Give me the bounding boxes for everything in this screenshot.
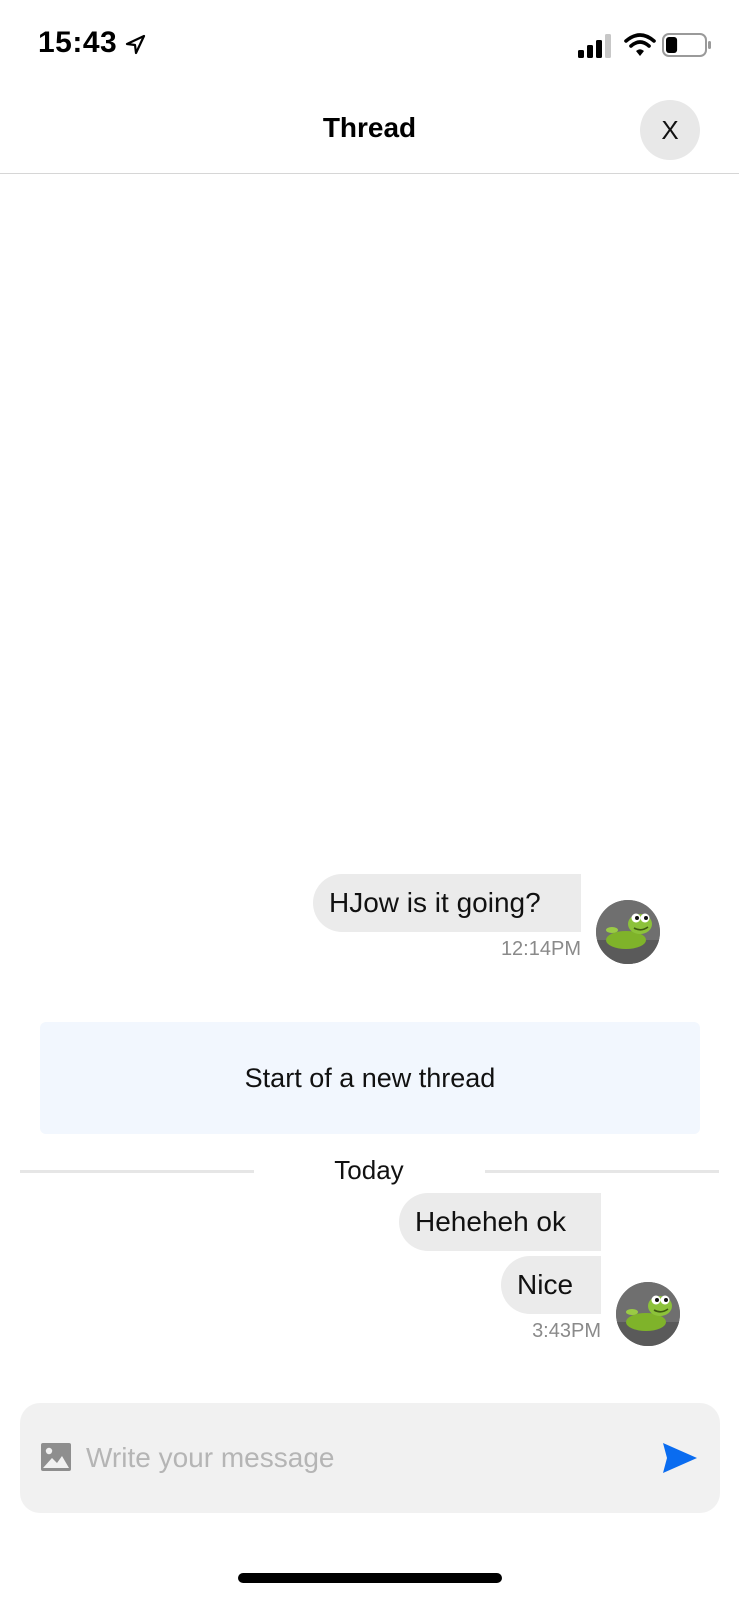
image-icon[interactable]	[40, 1441, 72, 1473]
message-text: Heheheh ok	[415, 1206, 567, 1237]
status-time: 15:43	[38, 26, 118, 59]
date-divider-label: Today	[334, 1155, 404, 1185]
frog-avatar[interactable]	[616, 1282, 680, 1346]
message-bubble[interactable]: Heheheh ok	[399, 1193, 601, 1251]
battery-icon	[662, 33, 711, 57]
thread-start-marker: Start of a new thread	[40, 1022, 700, 1134]
message-bubble[interactable]: HJow is it going?	[313, 874, 581, 932]
divider-right	[485, 1170, 719, 1173]
thread-screen: 15:43 Thread X HJow is it going? 12:14PM…	[0, 0, 739, 1600]
page-title: Thread	[322, 112, 417, 143]
wifi-icon	[624, 33, 656, 56]
location-arrow-icon	[125, 34, 146, 55]
cellular-signal-icon	[578, 34, 611, 58]
home-indicator[interactable]	[238, 1573, 502, 1583]
message-timestamp: 3:43PM	[532, 1320, 601, 1342]
thread-header: Thread X	[0, 92, 739, 174]
message-text: HJow is it going?	[329, 887, 541, 918]
message-text: Nice	[517, 1269, 574, 1300]
message-bubble[interactable]: Nice	[501, 1256, 601, 1314]
message-input[interactable]	[86, 1437, 626, 1479]
close-button[interactable]: X	[640, 100, 700, 160]
frog-avatar-image	[616, 1282, 680, 1346]
status-bar: 15:43	[0, 0, 739, 92]
message-timestamp: 12:14PM	[500, 938, 581, 960]
thread-start-text: Start of a new thread	[244, 1062, 496, 1093]
frog-avatar[interactable]	[596, 900, 660, 964]
frog-avatar-image	[596, 900, 660, 964]
send-icon[interactable]	[662, 1441, 698, 1475]
close-icon: X	[661, 114, 679, 145]
divider-left	[20, 1170, 254, 1173]
message-composer	[20, 1403, 720, 1513]
